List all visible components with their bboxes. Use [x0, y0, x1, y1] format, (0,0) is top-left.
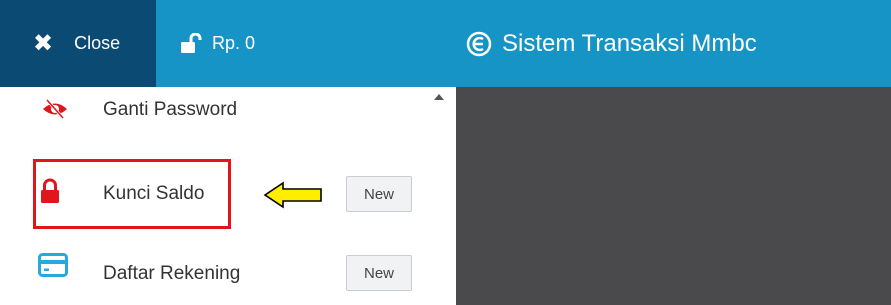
top-navbar: ✖ Close Rp. 0 Sistem Transaksi Mmbc: [0, 0, 891, 87]
menu-label-ganti-password: Ganti Password: [103, 99, 238, 120]
app-title-text: Sistem Transaksi Mmbc: [502, 29, 757, 57]
close-icon: ✖: [33, 29, 54, 57]
highlight-box: [33, 159, 231, 229]
left-arrow-icon: [263, 181, 322, 209]
saldo-display[interactable]: Rp. 0: [180, 0, 255, 87]
new-badge[interactable]: New: [346, 176, 412, 212]
scroll-up-arrow-icon[interactable]: [434, 94, 444, 100]
menu-label-daftar-rekening: Daftar Rekening: [103, 263, 241, 284]
saldo-text: Rp. 0: [212, 33, 256, 53]
logo-icon: [466, 31, 492, 56]
header-bar: Rp. 0 Sistem Transaksi Mmbc: [156, 0, 891, 87]
content-area: [456, 87, 891, 305]
new-badge[interactable]: New: [346, 255, 412, 291]
close-label: Close: [74, 33, 121, 53]
credit-card-icon: [38, 253, 68, 277]
sidebar-scrollbar[interactable]: [427, 87, 456, 305]
unlock-icon: [181, 32, 202, 53]
app-title: Sistem Transaksi Mmbc: [466, 0, 757, 87]
close-button[interactable]: ✖ Close: [0, 0, 156, 87]
sidebar-menu: Ganti Password Kunci Saldo New Daftar Re…: [0, 87, 427, 305]
menu-item-daftar-rekening[interactable]: Daftar Rekening New: [0, 233, 427, 305]
eye-slash-icon: [43, 99, 67, 119]
menu-item-ganti-password[interactable]: Ganti Password: [0, 79, 427, 151]
